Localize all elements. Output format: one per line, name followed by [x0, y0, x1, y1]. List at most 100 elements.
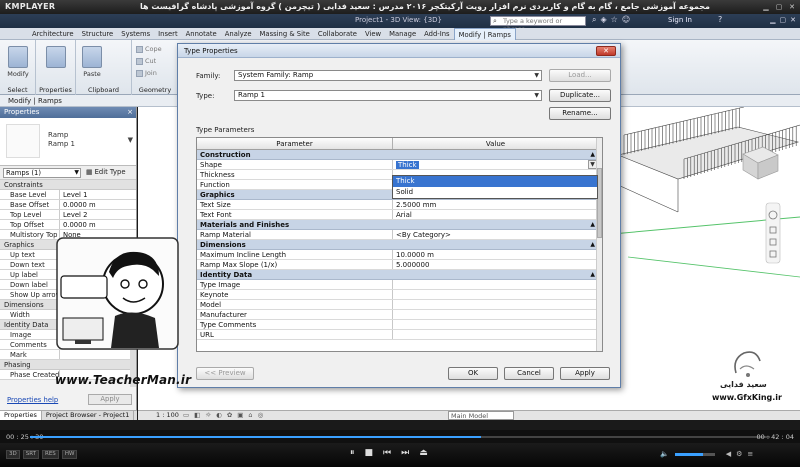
user-icon[interactable]: ☺ [622, 15, 630, 25]
settings-icon[interactable]: ⚙ [736, 450, 742, 458]
application-menu[interactable] [0, 28, 28, 40]
parameter-row[interactable]: URL [197, 330, 598, 340]
rename-button[interactable]: Rename... [549, 107, 611, 120]
tab-structure[interactable]: Structure [78, 28, 118, 40]
duplicate-button[interactable]: Duplicate... [549, 89, 611, 102]
parameter-value[interactable] [393, 300, 598, 309]
parameter-row[interactable]: Manufacturer [197, 310, 598, 320]
collapse-icon[interactable]: ▲ [590, 220, 595, 230]
paste-button[interactable]: Paste [80, 46, 104, 78]
dropdown-option-solid[interactable]: Solid [393, 187, 597, 198]
tab-view[interactable]: View [361, 28, 385, 40]
parameter-value[interactable]: 2.5000 mm [393, 200, 598, 209]
hide-icon[interactable]: ◎ [258, 411, 264, 420]
pause-icon[interactable]: ⏸ [350, 448, 355, 458]
parameter-value[interactable]: Thick ▼ [393, 160, 598, 169]
lock-icon[interactable]: ⌂ [248, 411, 252, 420]
edit-type-button[interactable]: ▦ Edit Type [86, 168, 126, 176]
property-value[interactable]: Level 1 [60, 190, 136, 199]
tab-massing-site[interactable]: Massing & Site [256, 28, 314, 40]
tab-modify-ramps[interactable]: Modify | Ramps [453, 27, 516, 40]
badge-hw[interactable]: HW [61, 450, 78, 459]
parameter-row[interactable]: Type Comments [197, 320, 598, 330]
help-icon[interactable]: ? [718, 15, 722, 24]
property-row[interactable]: Base Level Level 1 [0, 190, 136, 200]
sign-in-button[interactable]: Sign In [668, 16, 692, 24]
property-category-phasing[interactable]: Phasing [0, 360, 136, 370]
workset-select[interactable]: Main Model [448, 411, 514, 420]
close-icon[interactable]: × [127, 107, 133, 118]
type-select[interactable]: Ramp 1 ▼ [234, 90, 542, 101]
parameter-row[interactable]: Ramp Material <By Category> [197, 230, 598, 240]
view-scale[interactable]: 1 : 100 [156, 411, 179, 420]
ok-button[interactable]: OK [448, 367, 498, 380]
property-row[interactable]: Top Offset 0.0000 m [0, 220, 136, 230]
volume-slider[interactable] [674, 452, 715, 456]
properties-help-link[interactable]: Properties help [7, 396, 58, 404]
previous-icon[interactable]: ⏮ [383, 448, 391, 458]
parameter-value[interactable] [393, 310, 598, 319]
property-category-constraints[interactable]: Constraints [0, 180, 136, 190]
parameter-group-identity-data[interactable]: Identity Data ▲ [197, 270, 598, 280]
property-row[interactable]: Top Level Level 2 [0, 210, 136, 220]
shape-value[interactable]: Thick [396, 161, 419, 169]
preview-button[interactable]: << Preview [196, 367, 254, 380]
parameter-value[interactable] [393, 320, 598, 329]
parameter-row[interactable]: Keynote [197, 290, 598, 300]
search-icon[interactable]: ⌕ [592, 15, 596, 25]
search-input[interactable]: ⌕ Type a keyword or phrase [490, 16, 586, 33]
dropdown-option-thick[interactable]: Thick [393, 176, 597, 187]
parameter-row[interactable]: Maximum Incline Length 10.0000 m [197, 250, 598, 260]
properties-apply-button[interactable]: Apply [88, 394, 132, 405]
tab-add-ins[interactable]: Add-Ins [420, 28, 453, 40]
join-button[interactable]: Join [136, 69, 157, 77]
tab-systems[interactable]: Systems [117, 28, 154, 40]
tab-architecture[interactable]: Architecture [28, 28, 78, 40]
parameter-row[interactable]: Shape Thick ▼ [197, 160, 598, 170]
parameter-value[interactable] [393, 290, 598, 299]
shadows-icon[interactable]: ◐ [216, 411, 222, 420]
parameter-group-dimensions[interactable]: Dimensions ▲ [197, 240, 598, 250]
next-icon[interactable]: ⏭ [401, 448, 409, 458]
collapse-icon[interactable]: ▲ [590, 150, 595, 160]
property-value[interactable]: 0.0000 m [60, 200, 136, 209]
badge-res[interactable]: RES [42, 450, 59, 459]
family-select[interactable]: System Family: Ramp ▼ [234, 70, 542, 81]
modify-button[interactable]: Modify [6, 46, 30, 78]
parameter-row[interactable]: Ramp Max Slope (1/x) 5.000000 [197, 260, 598, 270]
tab-collaborate[interactable]: Collaborate [314, 28, 361, 40]
badge-srt[interactable]: SRT [22, 450, 40, 459]
back-icon[interactable]: ◀ [726, 450, 731, 458]
property-row[interactable]: Mark [0, 350, 136, 360]
minimize-icon[interactable]: ▁ [770, 16, 775, 24]
tab-annotate[interactable]: Annotate [182, 28, 221, 40]
parameter-value[interactable]: 10.0000 m [393, 250, 598, 259]
seek-track[interactable] [30, 436, 770, 438]
property-value[interactable]: 0.0000 m [60, 220, 136, 229]
subscription-icon[interactable]: ◈ [600, 15, 606, 25]
tab-insert[interactable]: Insert [154, 28, 182, 40]
property-value[interactable]: Level 2 [60, 210, 136, 219]
collapse-icon[interactable]: ▲ [590, 270, 595, 280]
visual-style-icon[interactable]: ◧ [194, 411, 200, 420]
close-icon[interactable]: ✕ [790, 16, 796, 24]
close-icon[interactable]: ✕ [787, 2, 797, 11]
stop-icon[interactable]: ■ [365, 448, 374, 458]
maximize-icon[interactable]: ▢ [774, 2, 784, 11]
tab-properties[interactable]: Properties [0, 411, 42, 420]
dialog-close-button[interactable]: ✕ [596, 46, 616, 56]
tab-analyze[interactable]: Analyze [221, 28, 256, 40]
playlist-icon[interactable]: ≡ [747, 450, 753, 458]
navigation-bar[interactable] [765, 202, 781, 264]
render-icon[interactable]: ✿ [227, 411, 232, 420]
parameter-row[interactable]: Text Font Arial [197, 210, 598, 220]
parameter-value[interactable]: 5.000000 [393, 260, 598, 269]
sun-path-icon[interactable]: ☼ [205, 411, 211, 420]
detail-level-icon[interactable]: ▭ [183, 411, 189, 420]
grid-scrollbar[interactable] [596, 138, 602, 351]
minimize-icon[interactable]: ▁ [761, 2, 771, 11]
cope-button[interactable]: Cope [136, 45, 162, 53]
tab-project-browser[interactable]: Project Browser - Project1 [42, 411, 135, 420]
eject-icon[interactable]: ⏏ [419, 448, 428, 458]
property-row[interactable]: Base Offset 0.0000 m [0, 200, 136, 210]
